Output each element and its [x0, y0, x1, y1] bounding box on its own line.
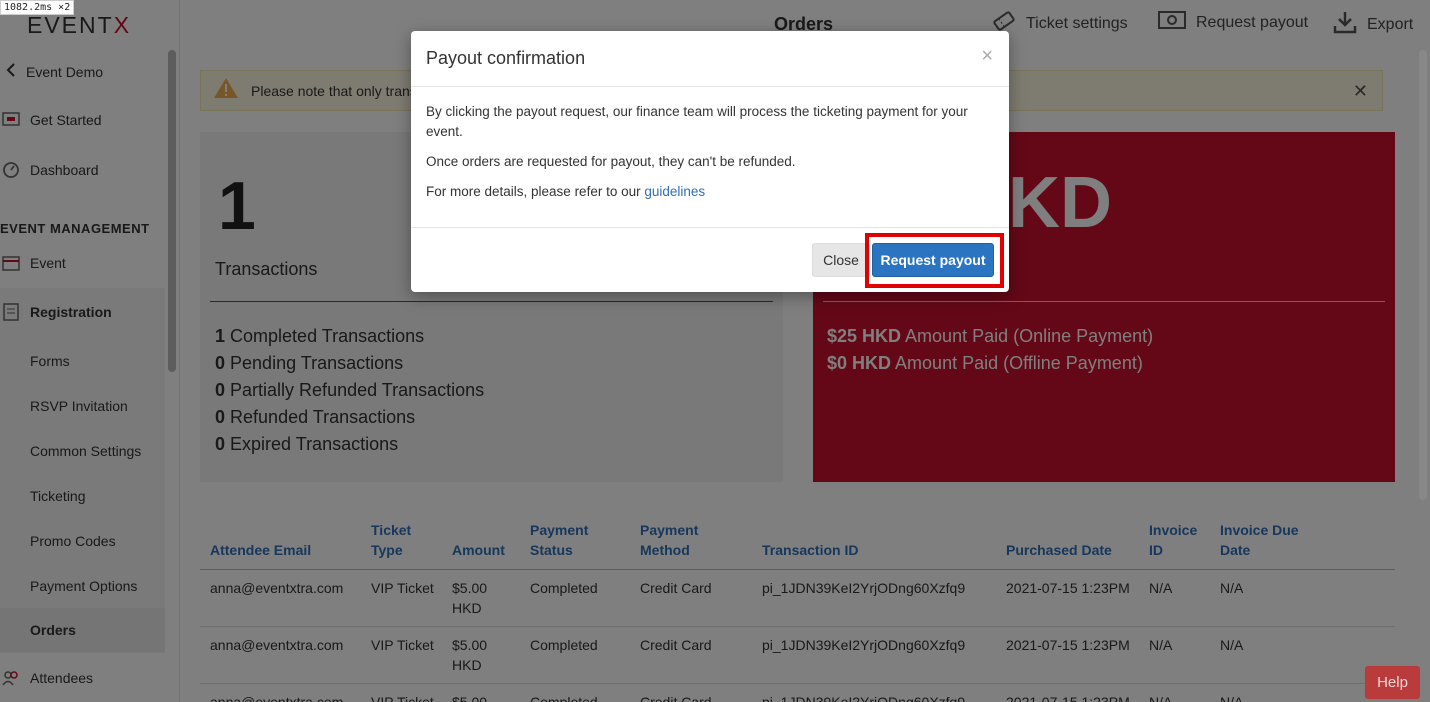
divider — [411, 227, 1009, 228]
close-button[interactable]: Close — [812, 243, 870, 277]
modal-title: Payout confirmation — [426, 48, 586, 68]
modal-paragraph-guidelines: For more details, please refer to our gu… — [426, 184, 706, 199]
modal-paragraph-process: By clicking the payout request, our fina… — [426, 104, 968, 139]
help-button[interactable]: Help — [1365, 666, 1420, 699]
timing-overlay: 1082.2ms ×2 — [0, 0, 75, 15]
divider — [411, 86, 1009, 87]
modal-close-icon[interactable]: × — [981, 45, 993, 68]
page-scrollbar[interactable] — [1419, 50, 1427, 500]
guidelines-link[interactable]: guidelines — [644, 184, 705, 199]
highlight-box — [865, 233, 1004, 288]
modal-paragraph-refund: Once orders are requested for payout, th… — [426, 154, 796, 169]
